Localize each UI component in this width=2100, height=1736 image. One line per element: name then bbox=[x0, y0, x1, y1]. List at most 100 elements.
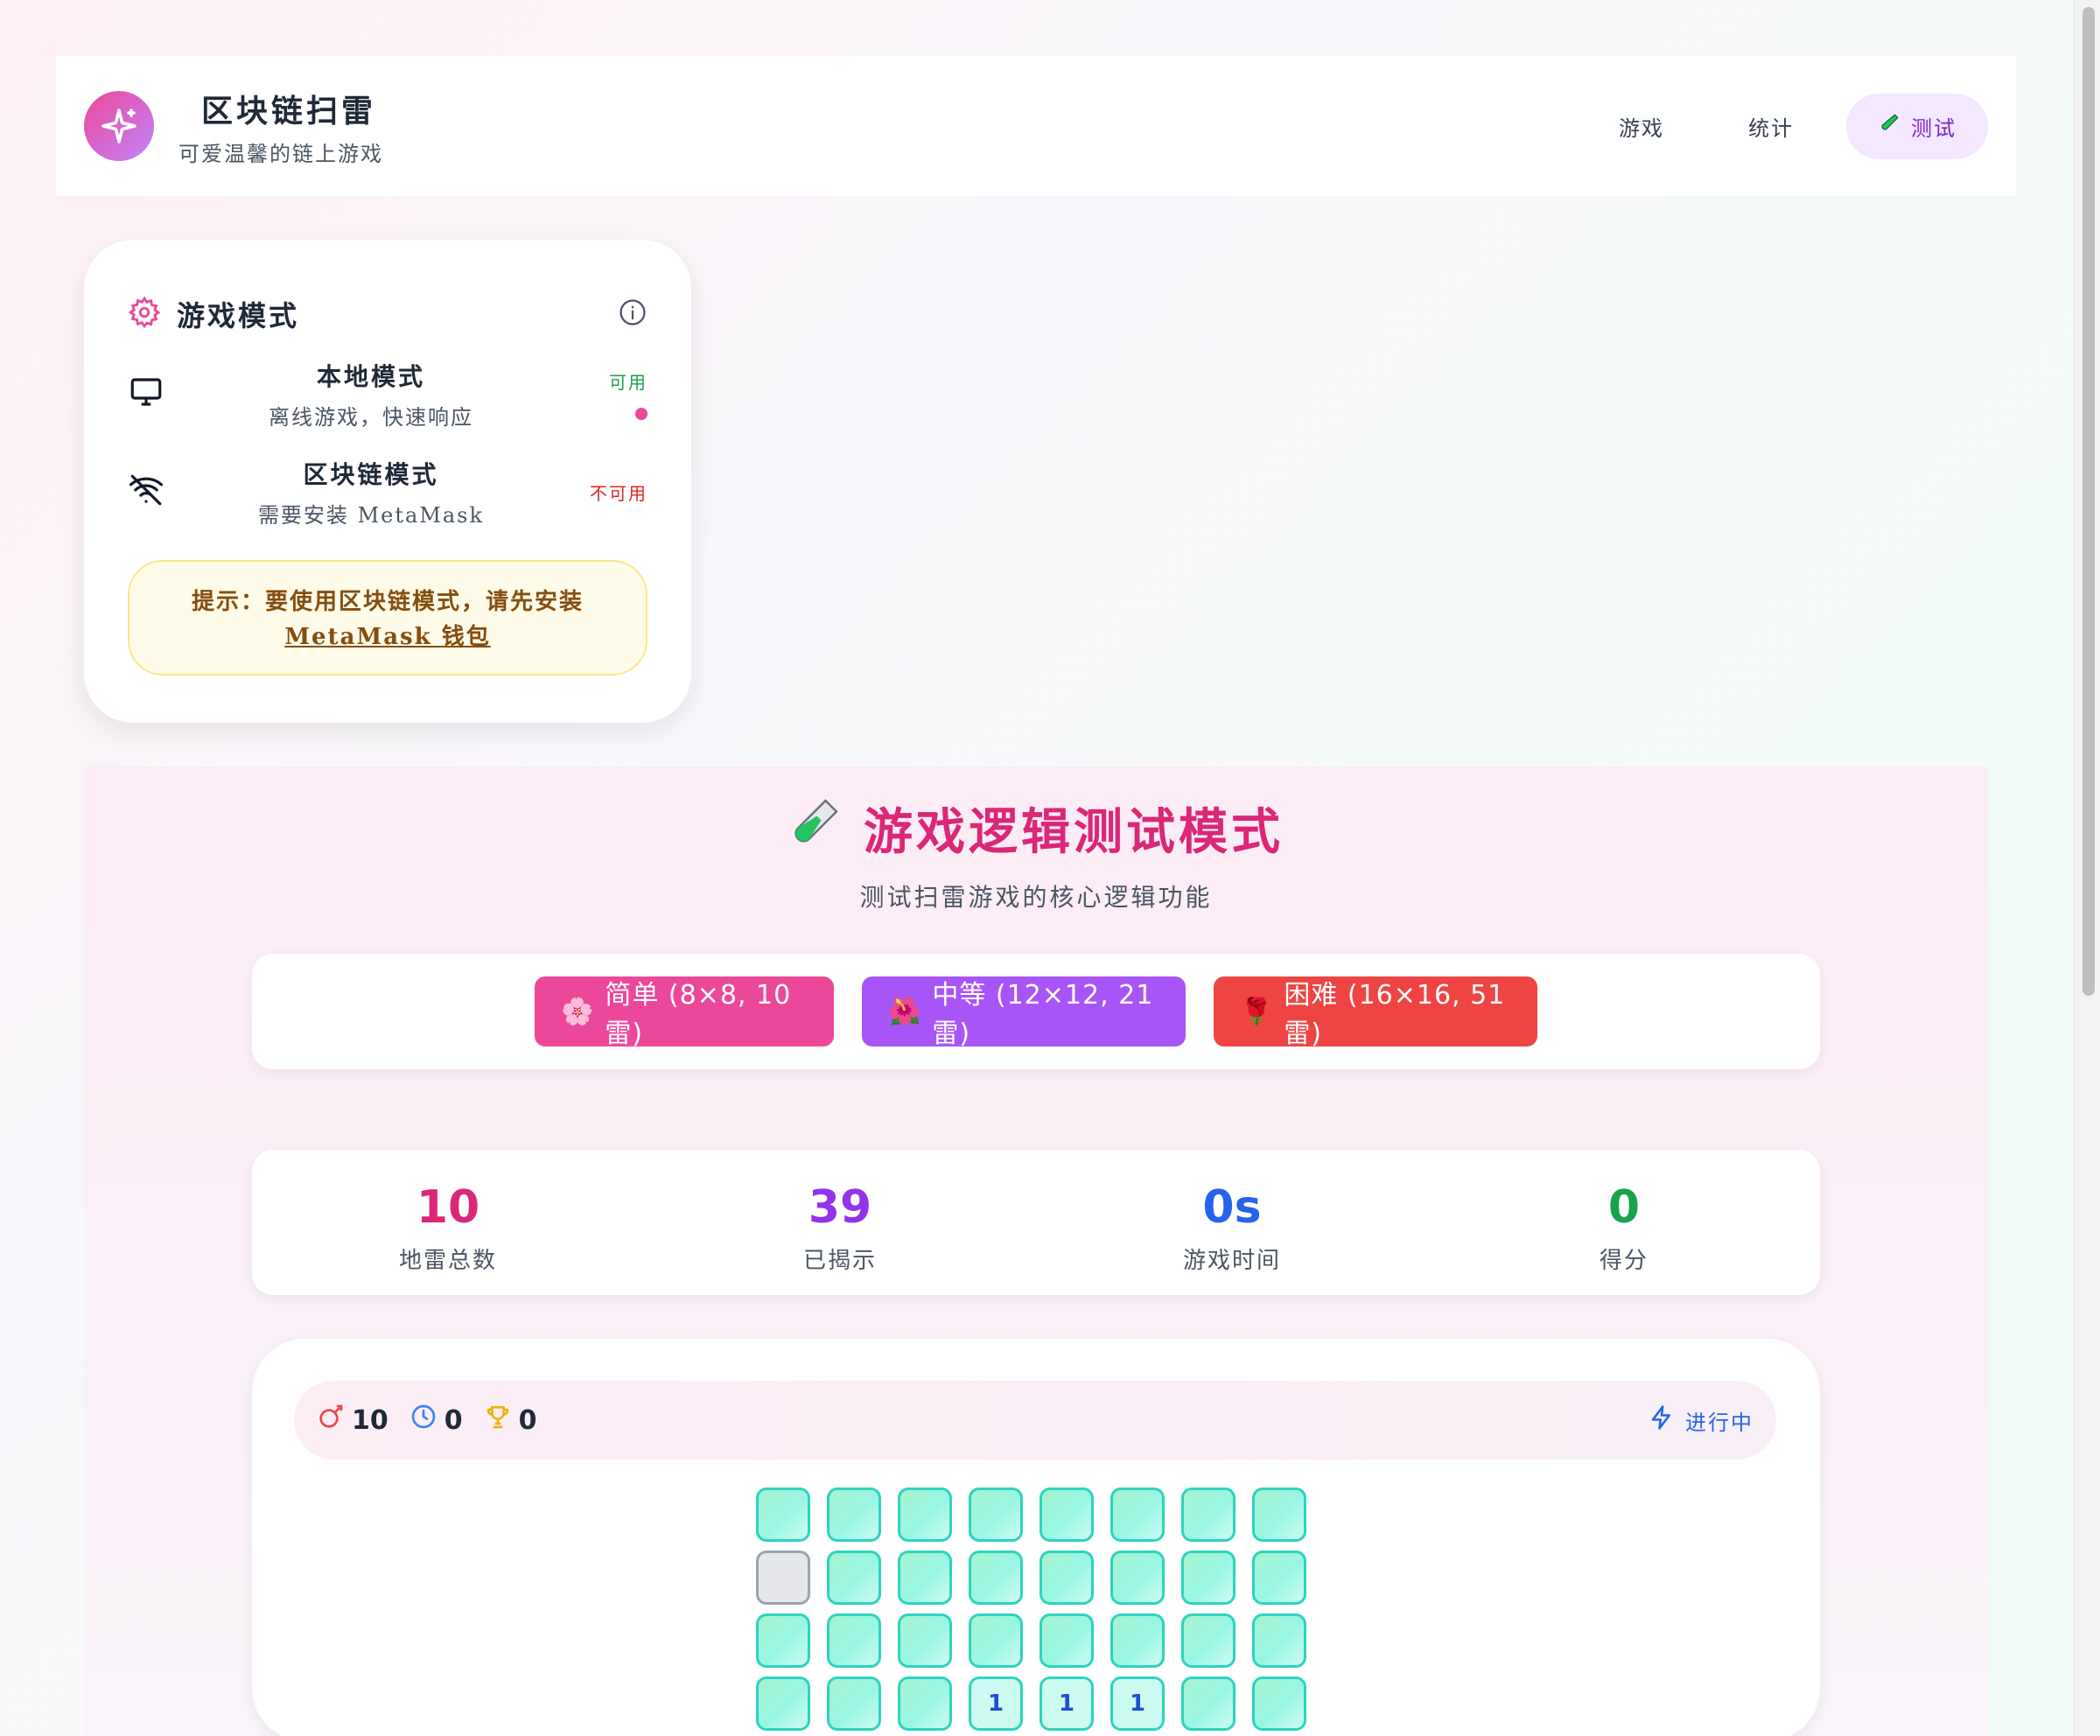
easy-button[interactable]: 🌸 简单 (8×8, 10雷) bbox=[535, 976, 834, 1049]
page-scrollbar[interactable] bbox=[2074, 0, 2100, 1736]
board-cell[interactable] bbox=[827, 1614, 881, 1668]
board-cell[interactable] bbox=[756, 1676, 810, 1731]
mode-card-title: 游戏模式 bbox=[177, 299, 300, 332]
mode-local-status-label: 可用 bbox=[609, 371, 648, 393]
game-status: 进行中 bbox=[1648, 1404, 1754, 1436]
monitor-icon bbox=[128, 374, 164, 414]
rose-icon: 🌹 bbox=[1240, 996, 1274, 1027]
mode-chain-name: 区块链模式 bbox=[303, 459, 439, 489]
mode-chain-status: 不可用 bbox=[590, 482, 648, 504]
stat-mines-value: 10 bbox=[416, 1181, 480, 1234]
score-count: 0 bbox=[518, 1404, 537, 1436]
score: 0 bbox=[484, 1403, 537, 1438]
board-cell[interactable] bbox=[1040, 1614, 1094, 1668]
board-status-bar: 10 0 0 进行中 bbox=[294, 1381, 1776, 1460]
stat-revealed: 39 已揭示 bbox=[644, 1150, 1036, 1295]
game-mode-card: 游戏模式 本地模式 离线游戏，快速响应 可用 区块链模式 需要安装 MetaMa… bbox=[84, 240, 691, 723]
mine-count: 10 bbox=[352, 1404, 388, 1436]
difficulty-panel: 🌸 简单 (8×8, 10雷) 🌺 中等 (12×12, 21雷) 🌹 困难 (… bbox=[252, 954, 1820, 1069]
board-cell[interactable] bbox=[1252, 1550, 1306, 1605]
nav-stats[interactable]: 统计 bbox=[1717, 94, 1825, 159]
app-header: 区块链扫雷 可爱温馨的链上游戏 游戏 统计 测试 bbox=[56, 56, 2016, 196]
selected-dot-icon bbox=[635, 407, 648, 420]
board-cell[interactable]: 1 bbox=[969, 1676, 1023, 1731]
stat-time-label: 游戏时间 bbox=[1182, 1248, 1281, 1274]
main-nav: 游戏 统计 测试 bbox=[1587, 93, 1988, 159]
stat-score-value: 0 bbox=[1607, 1181, 1641, 1234]
board-cell[interactable] bbox=[827, 1676, 881, 1731]
board-cell[interactable] bbox=[756, 1614, 810, 1668]
board-cell[interactable] bbox=[1040, 1488, 1094, 1542]
stat-time: 0s 游戏时间 bbox=[1036, 1150, 1428, 1295]
board-cell[interactable] bbox=[1252, 1488, 1306, 1542]
gear-icon bbox=[128, 296, 161, 332]
board-cell[interactable] bbox=[1040, 1550, 1094, 1605]
bomb-icon bbox=[317, 1403, 345, 1438]
board-cell[interactable] bbox=[1181, 1550, 1236, 1605]
board-cell[interactable] bbox=[827, 1488, 881, 1542]
board-cell[interactable] bbox=[1252, 1676, 1306, 1731]
stat-score: 0 得分 bbox=[1428, 1150, 1820, 1295]
board-cell[interactable] bbox=[827, 1550, 881, 1605]
hard-button[interactable]: 🌹 困难 (16×16, 51雷) bbox=[1214, 976, 1537, 1049]
stat-revealed-label: 已揭示 bbox=[802, 1248, 877, 1274]
stat-revealed-value: 39 bbox=[808, 1181, 872, 1234]
trophy-icon bbox=[484, 1403, 512, 1438]
board-cell[interactable]: 1 bbox=[1110, 1676, 1165, 1731]
mode-local-status: 可用 bbox=[578, 368, 648, 420]
board-cell[interactable] bbox=[1181, 1614, 1236, 1668]
test-subtitle: 测试扫雷游戏的核心逻辑功能 bbox=[859, 883, 1213, 912]
board-cell[interactable] bbox=[969, 1614, 1023, 1668]
time-count: 0 bbox=[444, 1404, 463, 1436]
metamask-link[interactable]: MetaMask 钱包 bbox=[130, 620, 646, 654]
mode-option-blockchain[interactable]: 区块链模式 需要安装 MetaMask 不可用 bbox=[128, 443, 648, 541]
test-mode-section: 游戏逻辑测试模式 测试扫雷游戏的核心逻辑功能 🌸 简单 (8×8, 10雷) 🌺… bbox=[84, 766, 1988, 1736]
board-cell[interactable] bbox=[1110, 1488, 1165, 1542]
medium-button[interactable]: 🌺 中等 (12×12, 21雷) bbox=[862, 976, 1186, 1049]
board-cell[interactable] bbox=[756, 1488, 810, 1542]
test-tube-icon bbox=[788, 796, 841, 861]
nav-test[interactable]: 测试 bbox=[1846, 93, 1988, 159]
nav-game[interactable]: 游戏 bbox=[1587, 94, 1696, 159]
board-cell[interactable] bbox=[898, 1614, 952, 1668]
hibiscus-icon: 🌺 bbox=[888, 996, 922, 1027]
easy-button-label: 简单 (8×8, 10雷) bbox=[605, 980, 792, 1049]
board-cell[interactable] bbox=[969, 1550, 1023, 1605]
board-cell[interactable] bbox=[1252, 1614, 1306, 1668]
mode-card-header: 游戏模式 bbox=[128, 284, 648, 345]
board-cell[interactable] bbox=[756, 1550, 810, 1605]
board-cell[interactable] bbox=[1181, 1488, 1236, 1542]
board-cell[interactable]: 1 bbox=[1040, 1676, 1094, 1731]
stat-time-value: 0s bbox=[1202, 1181, 1262, 1234]
board-cell[interactable] bbox=[1110, 1550, 1165, 1605]
stat-mines-label: 地雷总数 bbox=[398, 1248, 497, 1274]
scrollbar-thumb[interactable] bbox=[2082, 7, 2095, 996]
test-tube-icon bbox=[1878, 112, 1900, 140]
timer: 0 bbox=[410, 1403, 463, 1438]
board-cell[interactable] bbox=[969, 1488, 1023, 1542]
hard-button-label: 困难 (16×16, 51雷) bbox=[1284, 980, 1506, 1049]
info-icon[interactable] bbox=[618, 298, 648, 331]
stat-mines: 10 地雷总数 bbox=[252, 1150, 644, 1295]
app-title: 区块链扫雷 bbox=[201, 92, 377, 130]
metamask-hint: 提示：要使用区块链模式，请先安装 MetaMask 钱包 bbox=[128, 560, 648, 676]
clock-icon bbox=[410, 1403, 438, 1438]
mode-chain-desc: 需要安装 MetaMask bbox=[257, 502, 485, 528]
test-title: 游戏逻辑测试模式 bbox=[84, 793, 1988, 864]
game-board-panel: 10 0 0 进行中 111 bbox=[252, 1339, 1820, 1736]
medium-button-label: 中等 (12×12, 21雷) bbox=[932, 980, 1154, 1049]
mode-option-local[interactable]: 本地模式 离线游戏，快速响应 可用 bbox=[128, 345, 648, 443]
mode-local-desc: 离线游戏，快速响应 bbox=[269, 404, 473, 430]
sparkle-logo-icon bbox=[84, 91, 154, 161]
board-cell[interactable] bbox=[1181, 1676, 1236, 1731]
blossom-icon: 🌸 bbox=[561, 996, 595, 1027]
minesweeper-grid: 111 bbox=[756, 1488, 1306, 1731]
board-cell[interactable] bbox=[898, 1550, 952, 1605]
app-subtitle: 可爱温馨的链上游戏 bbox=[178, 141, 383, 166]
brand: 区块链扫雷 可爱温馨的链上游戏 bbox=[178, 86, 383, 167]
game-status-label: 进行中 bbox=[1685, 1410, 1754, 1435]
board-cell[interactable] bbox=[1110, 1614, 1165, 1668]
test-title-text: 游戏逻辑测试模式 bbox=[864, 803, 1284, 861]
board-cell[interactable] bbox=[898, 1676, 952, 1731]
board-cell[interactable] bbox=[898, 1488, 952, 1542]
